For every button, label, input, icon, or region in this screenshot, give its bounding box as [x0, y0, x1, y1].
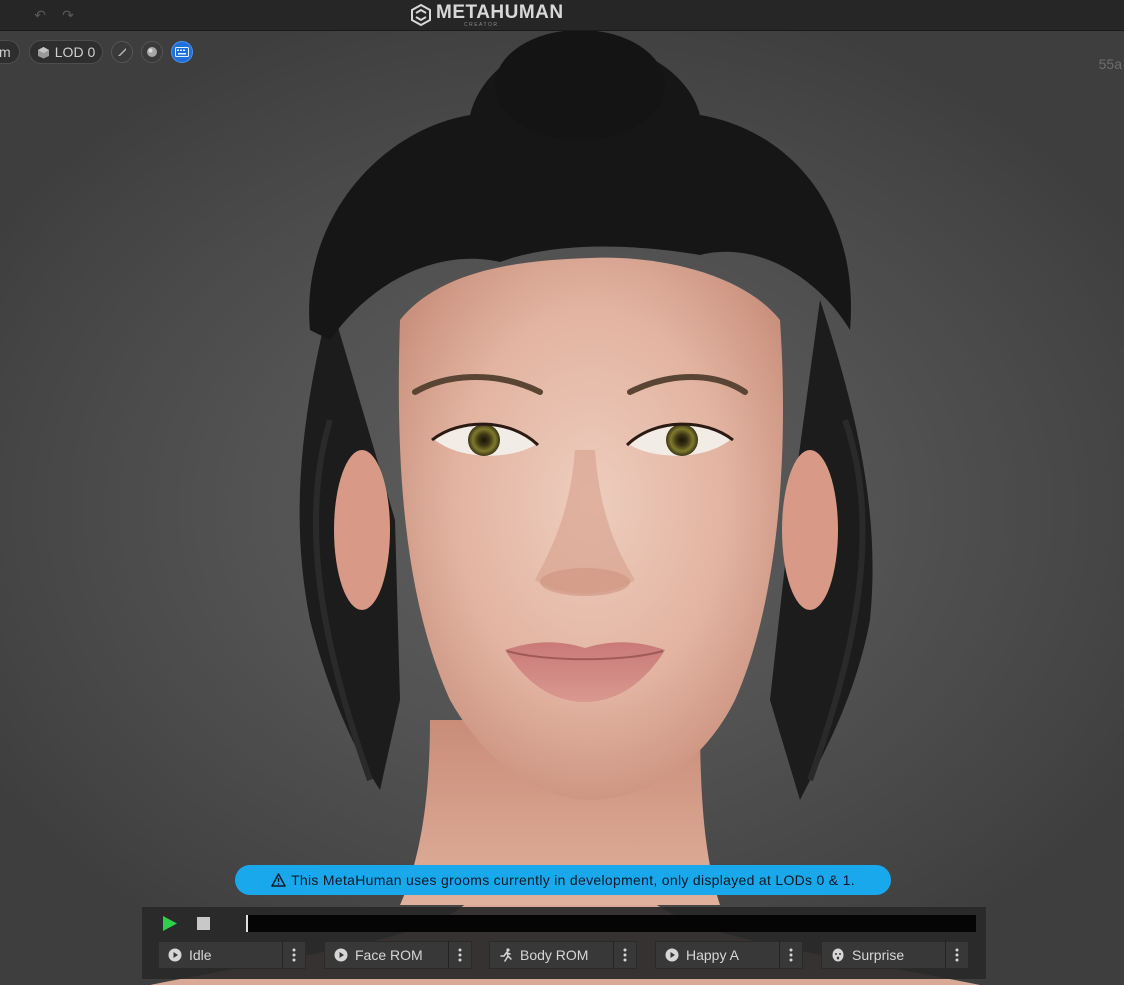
play-icon[interactable] [162, 915, 178, 932]
kebab-menu-icon [955, 948, 959, 962]
character-viewport[interactable] [0, 30, 1124, 985]
anim-label: Surprise [852, 947, 905, 963]
metahuman-character-render [150, 30, 980, 985]
play-circle-icon [168, 948, 182, 962]
metahuman-logo: METAHUMAN CREATOR [410, 2, 600, 28]
anim-options-button[interactable] [282, 941, 305, 969]
anim-happy-a-button[interactable]: Happy A [655, 941, 803, 969]
anim-label: Body ROM [520, 947, 589, 963]
keyboard-button[interactable] [171, 41, 193, 63]
stop-icon[interactable] [197, 917, 210, 930]
timeline-scrubber[interactable] [246, 915, 976, 932]
fps-readout: 55a [1098, 56, 1122, 72]
kebab-menu-icon [789, 948, 793, 962]
warning-icon [271, 873, 286, 887]
anim-options-button[interactable] [779, 941, 802, 969]
anim-surprise-button[interactable]: Surprise [821, 941, 969, 969]
kebab-menu-icon [623, 948, 627, 962]
brush-icon [118, 48, 126, 56]
redo-icon[interactable]: ↷ [59, 6, 77, 24]
play-circle-icon [665, 948, 679, 962]
anim-options-button[interactable] [448, 941, 471, 969]
logo-subtitle: CREATOR [464, 21, 499, 28]
anim-label: Idle [189, 947, 212, 963]
top-bar: ↶ ↷ METAHUMAN CREATOR [0, 0, 1124, 31]
logo-title: METAHUMAN [436, 1, 564, 23]
metahuman-creator-app: ↶ ↷ METAHUMAN CREATOR m LOD 0 55a This M… [0, 0, 1124, 985]
lighting-button[interactable] [141, 41, 163, 63]
face-icon [832, 948, 844, 962]
anim-label: Happy A [686, 947, 739, 963]
anim-face-rom-button[interactable]: Face ROM [324, 941, 472, 969]
anim-options-button[interactable] [613, 941, 636, 969]
anim-body-rom-button[interactable]: Body ROM [489, 941, 637, 969]
brush-button[interactable] [111, 41, 133, 63]
running-figure-icon [500, 948, 512, 962]
sphere-icon [147, 47, 157, 57]
lod-label: LOD 0 [54, 44, 96, 60]
metahuman-logo-icon [411, 4, 431, 26]
kebab-menu-icon [458, 948, 462, 962]
anim-label: Face ROM [355, 947, 423, 963]
groom-warning-banner: This MetaHuman uses grooms currently in … [235, 865, 891, 895]
undo-icon[interactable]: ↶ [31, 6, 49, 24]
lod-dropdown[interactable]: LOD 0 [29, 40, 103, 64]
scrubber-handle[interactable] [246, 915, 248, 932]
kebab-menu-icon [292, 948, 296, 962]
animation-timeline: Idle Face ROM Body ROM Happy A Surprise [142, 907, 986, 979]
play-circle-icon [334, 948, 348, 962]
camera-label: m [0, 44, 11, 60]
keyboard-icon [175, 47, 189, 57]
anim-options-button[interactable] [945, 941, 968, 969]
lod-cube-icon [37, 46, 49, 58]
anim-idle-button[interactable]: Idle [158, 941, 306, 969]
banner-text: This MetaHuman uses grooms currently in … [291, 872, 855, 888]
